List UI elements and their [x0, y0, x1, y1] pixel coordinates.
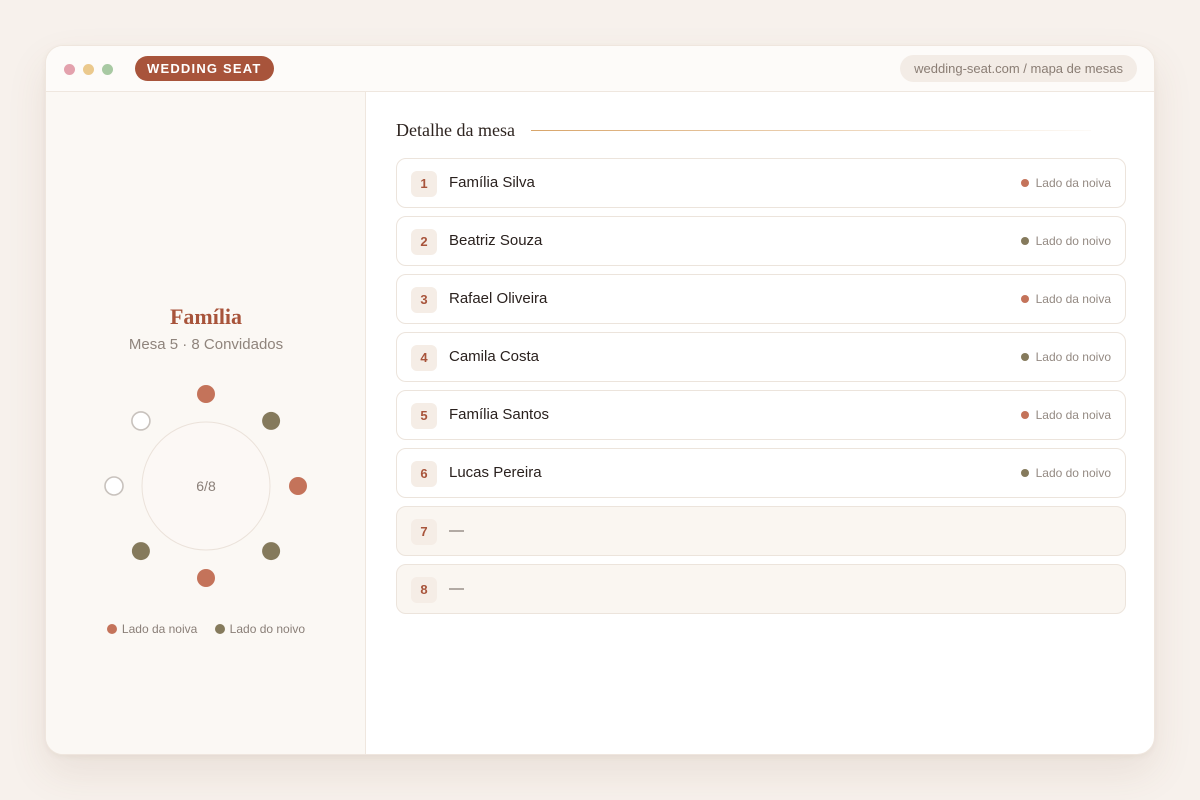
legend-groom-label: Lado do noivo: [229, 622, 306, 636]
guest-side-label: Lado do noivo: [1035, 350, 1111, 364]
guest-row[interactable]: 3 Rafael Oliveira Lado da noiva: [396, 274, 1126, 324]
guest-side: Lado do noivo: [1020, 449, 1111, 497]
empty-seat-marker[interactable]: [131, 411, 151, 431]
guest-side-label: Lado da noiva: [1035, 408, 1111, 422]
guest-row[interactable]: 2 Beatriz Souza Lado do noivo: [396, 216, 1126, 266]
guest-list: 1 Família Silva Lado da noiva 2 Beatriz …: [396, 158, 1126, 622]
guest-row[interactable]: 6 Lucas Pereira Lado do noivo: [396, 448, 1126, 498]
groom-seat-marker[interactable]: [262, 411, 281, 430]
bride-side-dot-icon: [1020, 179, 1029, 187]
guest-name: Beatriz Souza: [449, 232, 543, 249]
brand-logo: WEDDING SEAT: [135, 56, 274, 81]
seat-number: 2: [411, 229, 437, 255]
guest-row[interactable]: 1 Família Silva Lado da noiva: [396, 158, 1126, 208]
url-bar[interactable]: wedding-seat.com / mapa de mesas: [900, 55, 1137, 82]
groom-side-dot-icon: [1020, 353, 1029, 361]
table-name: Família: [169, 304, 243, 329]
seat-number: 7: [411, 519, 437, 545]
guest-side: Lado da noiva: [1020, 391, 1111, 439]
groom-side-dot-icon: [214, 624, 225, 634]
groom-side-dot-icon: [1020, 237, 1029, 245]
groom-seat-marker[interactable]: [262, 542, 281, 561]
seat-legend: Lado da noiva Lado do noivo: [46, 622, 366, 636]
seating-diagram: 6/8: [104, 385, 307, 587]
guest-side-label: Lado do noivo: [1035, 466, 1111, 480]
guest-name: —: [449, 522, 464, 539]
table-detail: Detalhe da mesa 1 Família Silva Lado da …: [396, 120, 1126, 614]
seat-number: 8: [411, 577, 437, 603]
bride-seat-marker[interactable]: [197, 569, 215, 587]
guest-side-label: Lado do noivo: [1035, 234, 1111, 248]
guest-name: Família Santos: [449, 406, 550, 423]
minimize-window-dot[interactable]: [83, 64, 94, 75]
guest-name: Família Silva: [449, 174, 535, 191]
bride-seat-marker[interactable]: [289, 477, 307, 495]
bride-side-dot-icon: [1020, 295, 1029, 303]
section-divider: [531, 130, 1091, 131]
guest-side: Lado do noivo: [1020, 217, 1111, 265]
guest-name: Lucas Pereira: [449, 464, 542, 481]
bride-side-dot-icon: [106, 624, 117, 634]
legend-groom: Lado do noivo: [214, 622, 306, 636]
legend-bride-label: Lado da noiva: [121, 622, 198, 636]
seat-number: 3: [411, 287, 437, 313]
guest-side-label: Lado da noiva: [1035, 292, 1111, 306]
app-window: WEDDING SEAT wedding-seat.com / mapa de …: [45, 45, 1155, 755]
empty-seat-row[interactable]: 8 —: [396, 564, 1126, 614]
window-topbar: WEDDING SEAT wedding-seat.com / mapa de …: [46, 46, 1154, 92]
seat-number: 5: [411, 403, 437, 429]
empty-seat-row[interactable]: 7 —: [396, 506, 1126, 556]
groom-side-dot-icon: [1020, 469, 1029, 477]
close-window-dot[interactable]: [64, 64, 75, 75]
empty-seat-marker[interactable]: [104, 476, 124, 496]
groom-seat-marker[interactable]: [131, 542, 150, 561]
guest-row[interactable]: 4 Camila Costa Lado do noivo: [396, 332, 1126, 382]
guest-name: —: [449, 580, 464, 597]
guest-side: Lado da noiva: [1020, 159, 1111, 207]
section-title: Detalhe da mesa: [396, 120, 515, 140]
maximize-window-dot[interactable]: [102, 64, 113, 75]
table-subtitle: Mesa 5 · 8 Convidados: [128, 336, 284, 353]
bride-side-dot-icon: [1020, 411, 1029, 419]
seat-number: 1: [411, 171, 437, 197]
occupancy-count: 6/8: [196, 478, 216, 494]
bride-seat-marker[interactable]: [197, 385, 215, 403]
guest-side: Lado do noivo: [1020, 333, 1111, 381]
guest-name: Rafael Oliveira: [449, 290, 548, 307]
seat-number: 6: [411, 461, 437, 487]
guest-side: Lado da noiva: [1020, 275, 1111, 323]
legend-bride: Lado da noiva: [106, 622, 198, 636]
guest-row[interactable]: 5 Família Santos Lado da noiva: [396, 390, 1126, 440]
guest-side-label: Lado da noiva: [1035, 176, 1111, 190]
seat-number: 4: [411, 345, 437, 371]
table-sidebar: Família Mesa 5 · 8 Convidados 6/8 Lado d…: [46, 92, 366, 754]
section-header: Detalhe da mesa: [396, 120, 1126, 140]
guest-name: Camila Costa: [449, 348, 540, 365]
